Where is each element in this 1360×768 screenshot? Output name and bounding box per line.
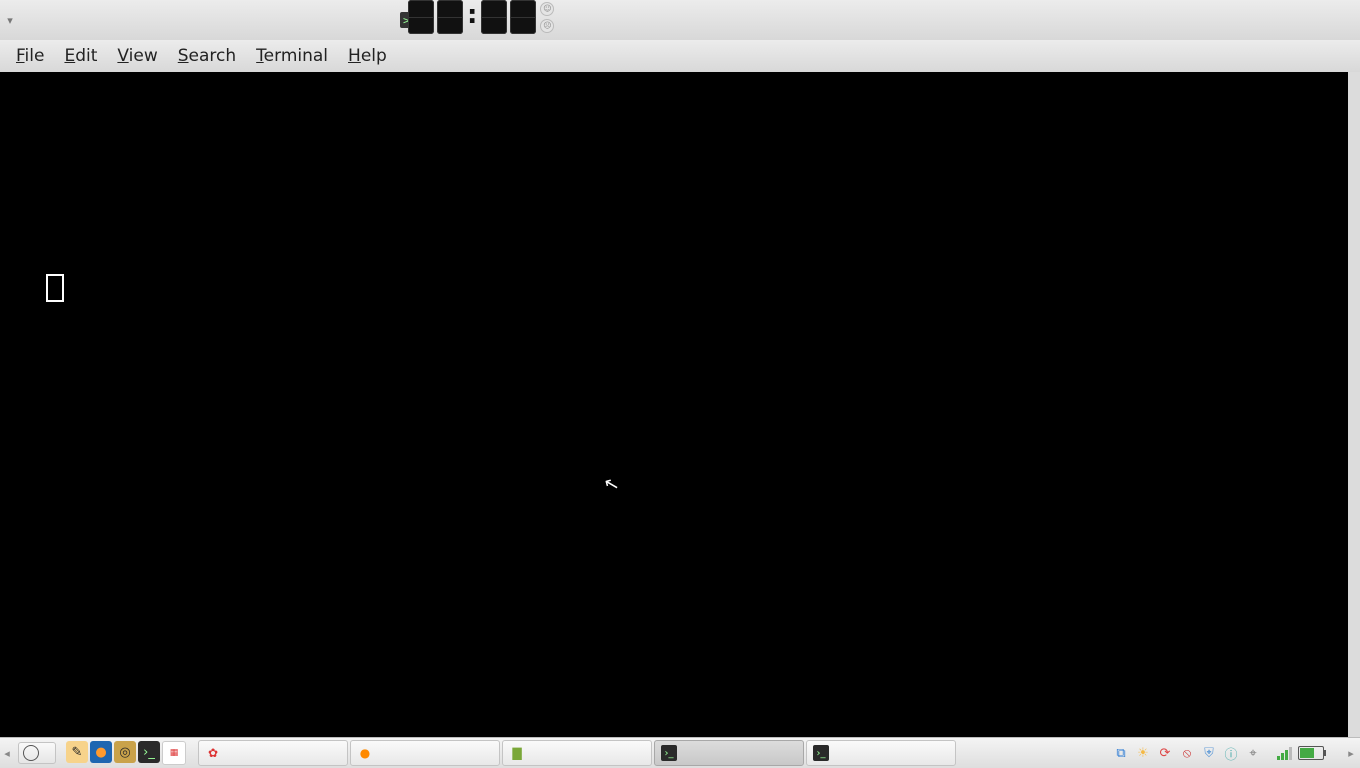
launcher-firefox-icon[interactable]: ● — [90, 741, 112, 763]
launcher-notes-icon[interactable]: ✎ — [66, 741, 88, 763]
tray-update-icon[interactable]: ⟳ — [1157, 745, 1173, 761]
timer-colon: : — [463, 0, 481, 30]
terminal-line-1 — [4, 109, 1344, 142]
scrollbar-thumb[interactable] — [1348, 532, 1360, 712]
timer-seconds-tens — [481, 0, 507, 34]
menu-file[interactable]: File — [8, 44, 52, 68]
launcher-calendar-icon[interactable]: ▦ — [162, 741, 186, 765]
menu-edit[interactable]: Edit — [56, 44, 105, 68]
quick-launch: ✎ ● ◎ ›_ ▦ — [60, 741, 192, 765]
terminal-line-prompt — [4, 274, 1344, 309]
terminal-viewport[interactable] — [0, 72, 1360, 738]
menu-search[interactable]: Search — [170, 44, 244, 68]
task-filemanager[interactable]: ▇ — [502, 740, 652, 766]
taskbar-overflow-right-icon[interactable]: ▸ — [1344, 747, 1358, 760]
taskbar-overflow-left-icon[interactable]: ◂ — [0, 747, 14, 760]
launcher-music-icon[interactable]: ◎ — [114, 741, 136, 763]
task-teamviewer[interactable]: ✿ — [198, 740, 348, 766]
timer-minutes-tens — [408, 0, 434, 34]
tray-bluetooth-icon[interactable]: ⌖ — [1245, 745, 1261, 761]
tray-weather-icon[interactable]: ☀ — [1135, 745, 1151, 761]
taskbar-tasks: ✿ ● ▇ ›_ ›_ — [198, 740, 956, 766]
timer-minutes-ones — [437, 0, 463, 34]
tray-dropbox-icon[interactable]: ⧉ — [1113, 745, 1129, 761]
terminal-line-2 — [4, 175, 1344, 208]
window-titlebar: ▾ > — [0, 0, 1360, 41]
terminal-icon: ›_ — [661, 745, 677, 761]
tray-info-icon[interactable]: ⓘ — [1223, 745, 1239, 761]
menu-help[interactable]: Help — [340, 44, 395, 68]
tray-shield-icon[interactable]: ⛨ — [1201, 745, 1217, 761]
menu-terminal[interactable]: Terminal — [248, 44, 336, 68]
terminal-cursor — [46, 274, 64, 302]
timer-seconds-ones — [510, 0, 536, 34]
folder-icon: ▇ — [509, 745, 525, 761]
countdown-timer: : ☺ ☹ — [408, 0, 554, 40]
firefox-icon: ● — [357, 745, 373, 761]
task-terminal-active[interactable]: ›_ — [654, 740, 804, 766]
tray-battery-icon[interactable] — [1298, 746, 1324, 760]
tray-network-icon[interactable] — [1277, 746, 1292, 760]
app-menu-arrow-icon[interactable]: ▾ — [0, 14, 20, 27]
taskbar: ◂ ✎ ● ◎ ›_ ▦ ✿ ● ▇ ›_ ›_ ⧉ — [0, 737, 1360, 768]
teamviewer-icon: ✿ — [205, 745, 221, 761]
start-menu-button[interactable] — [18, 742, 56, 764]
timer-face-sad-icon[interactable]: ☹ — [540, 19, 554, 33]
system-tray: ⧉ ☀ ⟳ ⦸ ⛨ ⓘ ⌖ ▸ — [1111, 745, 1360, 761]
gear-icon — [23, 745, 39, 761]
timer-face-happy-icon[interactable]: ☺ — [540, 2, 554, 16]
tray-block-icon[interactable]: ⦸ — [1179, 745, 1195, 761]
launcher-terminal-icon[interactable]: ›_ — [138, 741, 160, 763]
menubar: File Edit View Search Terminal Help — [0, 40, 1360, 73]
task-terminal-2[interactable]: ›_ — [806, 740, 956, 766]
task-firefox[interactable]: ● — [350, 740, 500, 766]
menu-view[interactable]: View — [109, 44, 165, 68]
terminal-icon: ›_ — [813, 745, 829, 761]
